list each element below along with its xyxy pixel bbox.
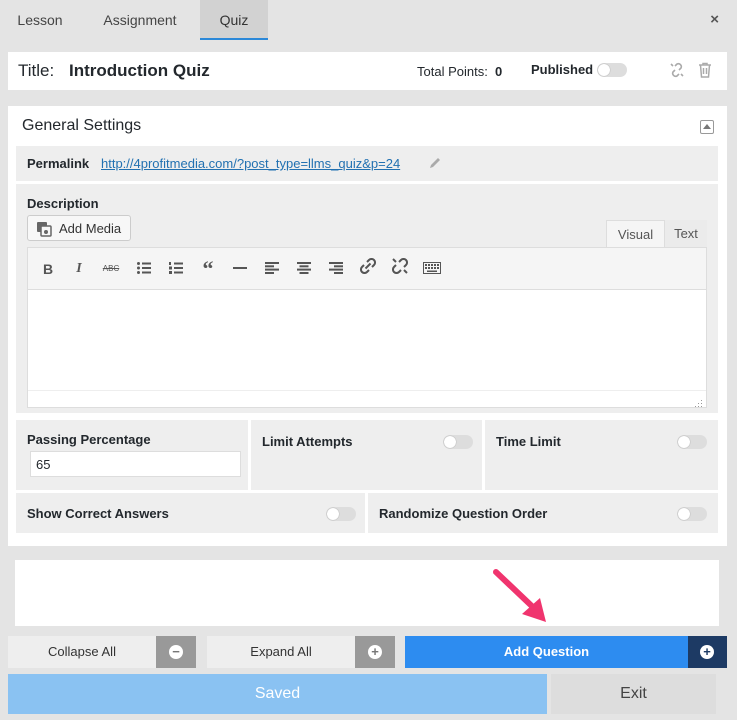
remove-link-icon[interactable] <box>389 257 411 280</box>
editor-tab-text[interactable]: Text <box>665 220 707 248</box>
passing-percentage-label: Passing Percentage <box>27 432 151 447</box>
resize-handle-icon[interactable] <box>695 395 703 413</box>
add-media-label: Add Media <box>59 221 122 236</box>
show-correct-answers-cell: Show Correct Answers <box>16 493 365 533</box>
strikethrough-icon[interactable]: ABC <box>100 258 122 280</box>
insert-link-icon[interactable] <box>357 257 379 280</box>
show-correct-answers-toggle[interactable] <box>326 507 356 521</box>
tab-lesson[interactable]: Lesson <box>0 0 80 40</box>
questions-list <box>15 560 719 626</box>
collapse-all-icon[interactable]: − <box>156 636 196 668</box>
italic-icon[interactable]: I <box>68 258 90 280</box>
limit-attempts-label: Limit Attempts <box>262 434 353 449</box>
saved-button[interactable]: Saved <box>8 674 547 714</box>
expand-all-button[interactable]: Expand All <box>207 636 355 668</box>
collapse-all-button[interactable]: Collapse All <box>8 636 156 668</box>
expand-all-icon[interactable]: + <box>355 636 395 668</box>
description-section: Description Add Media Visual Text B I AB… <box>16 184 718 413</box>
exit-button[interactable]: Exit <box>551 674 716 714</box>
close-icon[interactable]: × <box>710 11 719 28</box>
trash-icon[interactable] <box>698 62 712 83</box>
show-correct-answers-label: Show Correct Answers <box>27 506 169 521</box>
bold-icon[interactable]: B <box>37 258 59 280</box>
editor-toolbar: B I ABC “ <box>28 248 706 290</box>
published-toggle[interactable] <box>597 63 627 77</box>
pencil-icon[interactable] <box>428 156 442 173</box>
general-settings-heading: General Settings <box>22 117 142 134</box>
permalink-row: Permalink http://4profitmedia.com/?post_… <box>16 146 718 181</box>
passing-percentage-cell: Passing Percentage <box>16 420 248 490</box>
align-left-icon[interactable] <box>261 258 283 280</box>
add-question-icon[interactable]: + <box>688 636 727 668</box>
collapse-panel-icon[interactable] <box>700 120 714 134</box>
align-right-icon[interactable] <box>325 258 347 280</box>
align-center-icon[interactable] <box>293 258 315 280</box>
add-media-button[interactable]: Add Media <box>27 215 131 241</box>
limit-attempts-cell: Limit Attempts <box>251 420 482 490</box>
passing-percentage-input[interactable] <box>30 451 241 477</box>
unlink-icon[interactable] <box>669 62 685 83</box>
randomize-order-cell: Randomize Question Order <box>368 493 718 533</box>
general-settings-panel: General Settings Permalink http://4profi… <box>8 106 727 546</box>
title-label: Title: <box>18 61 55 80</box>
published-label: Published <box>531 62 594 77</box>
editor-content-area[interactable] <box>28 290 706 390</box>
bulleted-list-icon[interactable] <box>133 258 155 280</box>
add-question-button[interactable]: Add Question <box>405 636 688 668</box>
blockquote-icon[interactable]: “ <box>197 258 219 280</box>
randomize-order-toggle[interactable] <box>677 507 707 521</box>
total-points-value: 0 <box>495 64 503 79</box>
tab-bar: Lesson Assignment Quiz × <box>0 0 737 40</box>
quiz-title-bar: Title: Introduction Quiz Total Points: 0… <box>8 52 727 90</box>
time-limit-cell: Time Limit <box>485 420 718 490</box>
permalink-link[interactable]: http://4profitmedia.com/?post_type=llms_… <box>101 156 400 171</box>
tab-assignment[interactable]: Assignment <box>80 0 200 40</box>
editor-tab-visual[interactable]: Visual <box>606 220 665 248</box>
total-points-label: Total Points: <box>417 64 488 79</box>
editor-resize-bar <box>28 390 706 407</box>
horizontal-line-icon[interactable] <box>229 258 251 280</box>
time-limit-toggle[interactable] <box>677 435 707 449</box>
tab-quiz[interactable]: Quiz <box>200 0 268 40</box>
description-editor: B I ABC “ <box>27 247 707 408</box>
permalink-label: Permalink <box>27 156 90 171</box>
time-limit-label: Time Limit <box>496 434 561 449</box>
arrow-annotation-icon <box>493 569 546 622</box>
description-label: Description <box>27 196 99 211</box>
limit-attempts-toggle[interactable] <box>443 435 473 449</box>
quiz-title[interactable]: Introduction Quiz <box>69 61 210 81</box>
randomize-order-label: Randomize Question Order <box>379 506 548 521</box>
toolbar-toggle-icon[interactable] <box>421 258 443 280</box>
media-icon <box>36 221 54 240</box>
numbered-list-icon[interactable] <box>165 258 187 280</box>
